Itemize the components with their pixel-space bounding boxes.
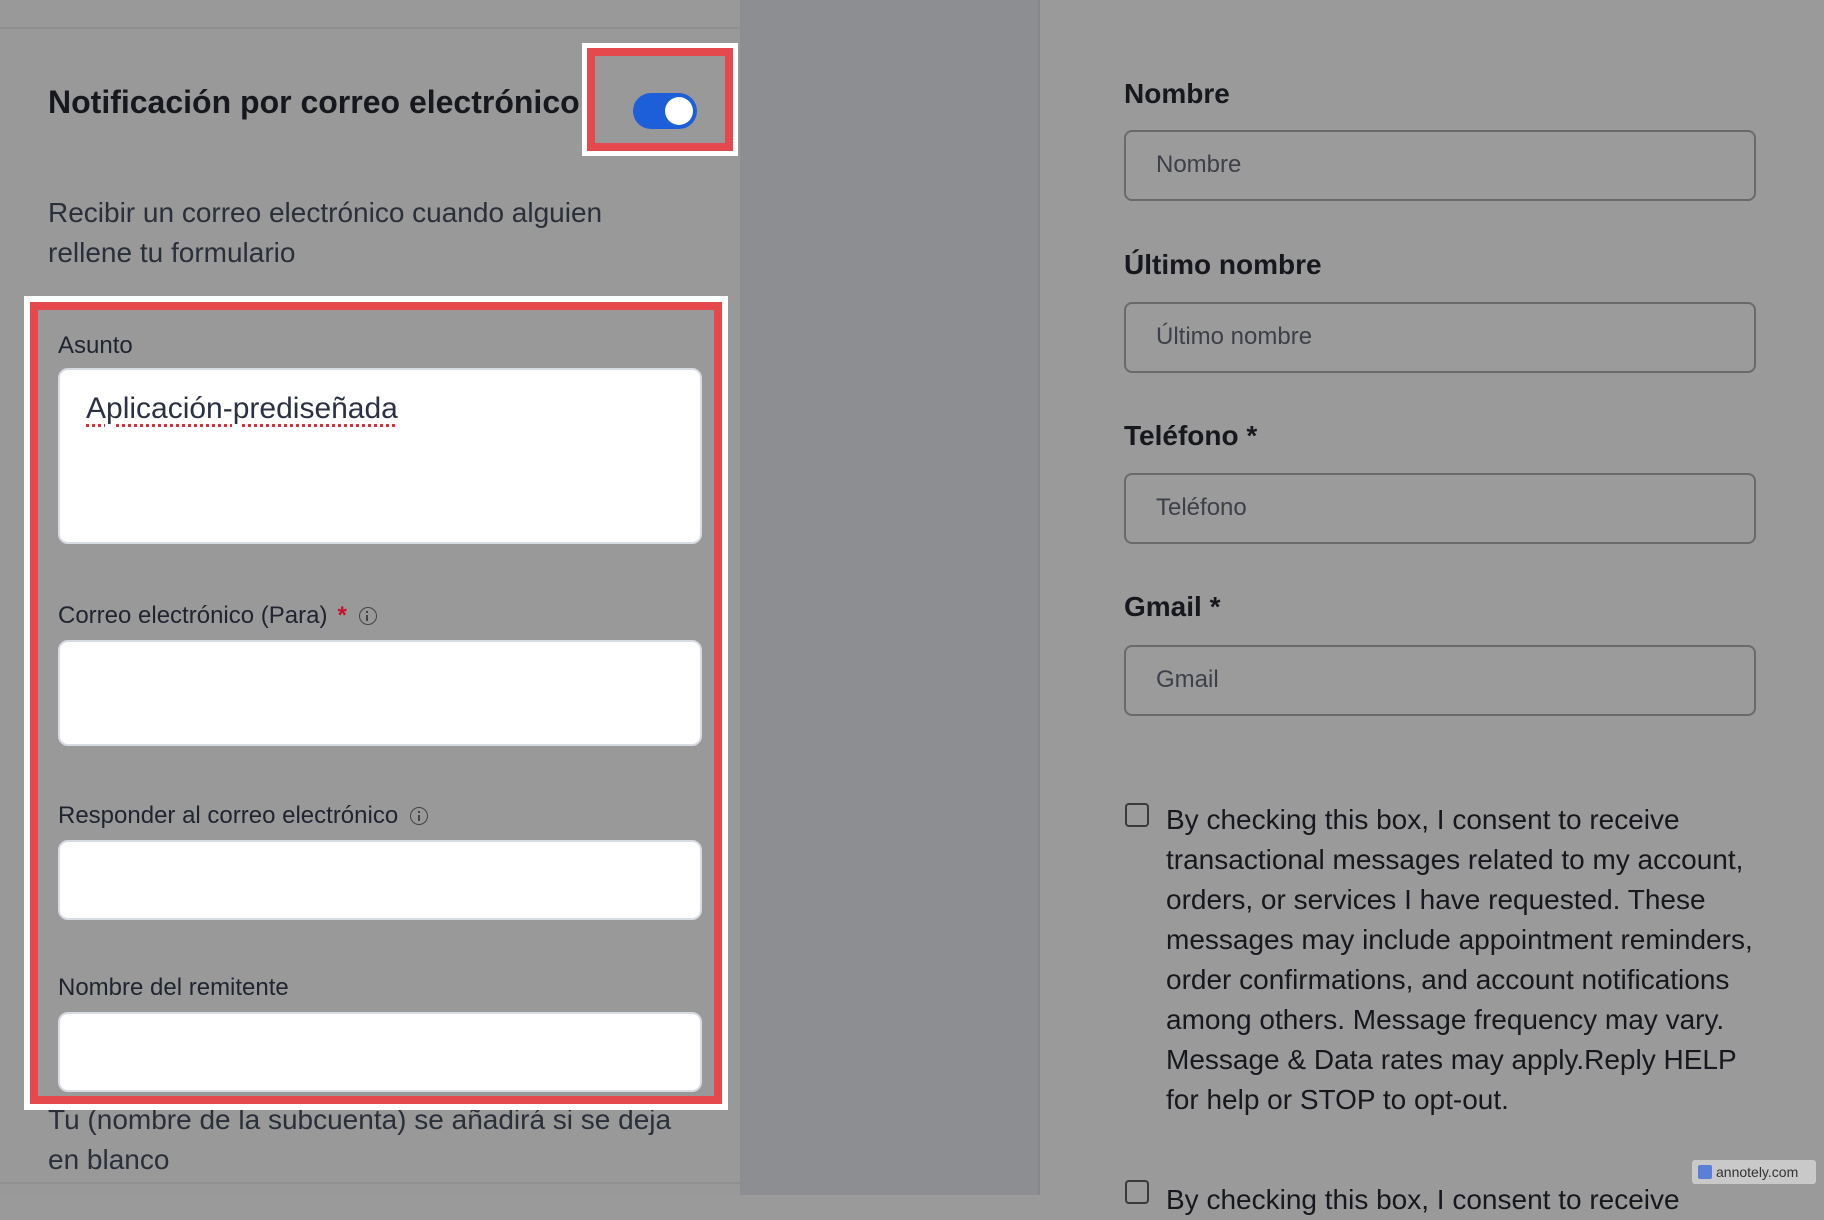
preview-phone-input[interactable]: Teléfono xyxy=(1124,473,1756,544)
required-mark: * xyxy=(337,602,347,629)
watermark-text: annotely.com xyxy=(1716,1164,1799,1180)
preview-last-name-label: Último nombre xyxy=(1124,249,1322,280)
preview-first-name-label: Nombre xyxy=(1124,78,1230,109)
sender-name-label: Nombre del remitente xyxy=(58,974,289,1002)
consent-text-2: By checking this box, I consent to recei… xyxy=(1166,1184,1680,1215)
subject-input[interactable]: Aplicación-prediseñada xyxy=(58,368,702,544)
email-notification-description: Recibir un correo electrónico cuando alg… xyxy=(48,197,603,268)
email-to-input[interactable] xyxy=(58,640,702,746)
toggle-highlight-frame xyxy=(587,48,733,151)
watermark: annotely.com xyxy=(1692,1160,1816,1184)
toggle-knob xyxy=(665,97,693,125)
preview-last-name-placeholder: Último nombre xyxy=(1156,323,1313,350)
annotely-logo-icon xyxy=(1698,1165,1712,1179)
sender-name-label-text: Nombre del remitente xyxy=(58,974,289,1001)
preview-phone-label: Teléfono * xyxy=(1124,420,1258,451)
reply-to-label: Responder al correo electrónico xyxy=(58,802,429,830)
email-fields-highlight: Asunto Aplicación-prediseñada Correo ele… xyxy=(24,296,728,1110)
email-fields-highlight-frame: Asunto Aplicación-prediseñada Correo ele… xyxy=(30,302,722,1104)
preview-phone-placeholder: Teléfono xyxy=(1156,494,1247,521)
email-to-label-text: Correo electrónico (Para) xyxy=(58,602,328,629)
preview-first-name-placeholder: Nombre xyxy=(1156,151,1242,178)
reply-to-input[interactable] xyxy=(58,840,702,920)
preview-gmail-placeholder: Gmail xyxy=(1156,666,1219,693)
preview-last-name-input[interactable]: Último nombre xyxy=(1124,302,1756,373)
preview-first-name-input[interactable]: Nombre xyxy=(1124,130,1756,201)
sender-name-input[interactable] xyxy=(58,1012,702,1092)
consent-checkbox-2[interactable] xyxy=(1125,1180,1149,1204)
subject-label-text: Asunto xyxy=(58,332,133,359)
subject-label: Asunto xyxy=(58,332,133,360)
subject-value: Aplicación-prediseñada xyxy=(86,392,398,425)
consent-checkbox[interactable] xyxy=(1125,803,1149,827)
sender-name-note: Tu (nombre de la subcuenta) se añadirá s… xyxy=(48,1104,672,1175)
preview-gmail-label: Gmail * xyxy=(1124,591,1221,622)
email-notification-toggle[interactable] xyxy=(633,93,697,129)
info-icon[interactable] xyxy=(358,607,377,625)
email-to-label: Correo electrónico (Para) * xyxy=(58,602,377,630)
preview-gmail-input[interactable]: Gmail xyxy=(1124,645,1756,716)
info-icon[interactable] xyxy=(410,807,429,825)
consent-text: By checking this box, I consent to recei… xyxy=(1166,804,1753,1115)
divider xyxy=(0,1182,740,1184)
divider xyxy=(0,27,740,29)
email-notification-title: Notificación por correo electrónico xyxy=(48,84,580,120)
reply-to-label-text: Responder al correo electrónico xyxy=(58,802,399,829)
panel-gutter xyxy=(740,0,1040,1195)
toggle-highlight xyxy=(582,43,738,156)
